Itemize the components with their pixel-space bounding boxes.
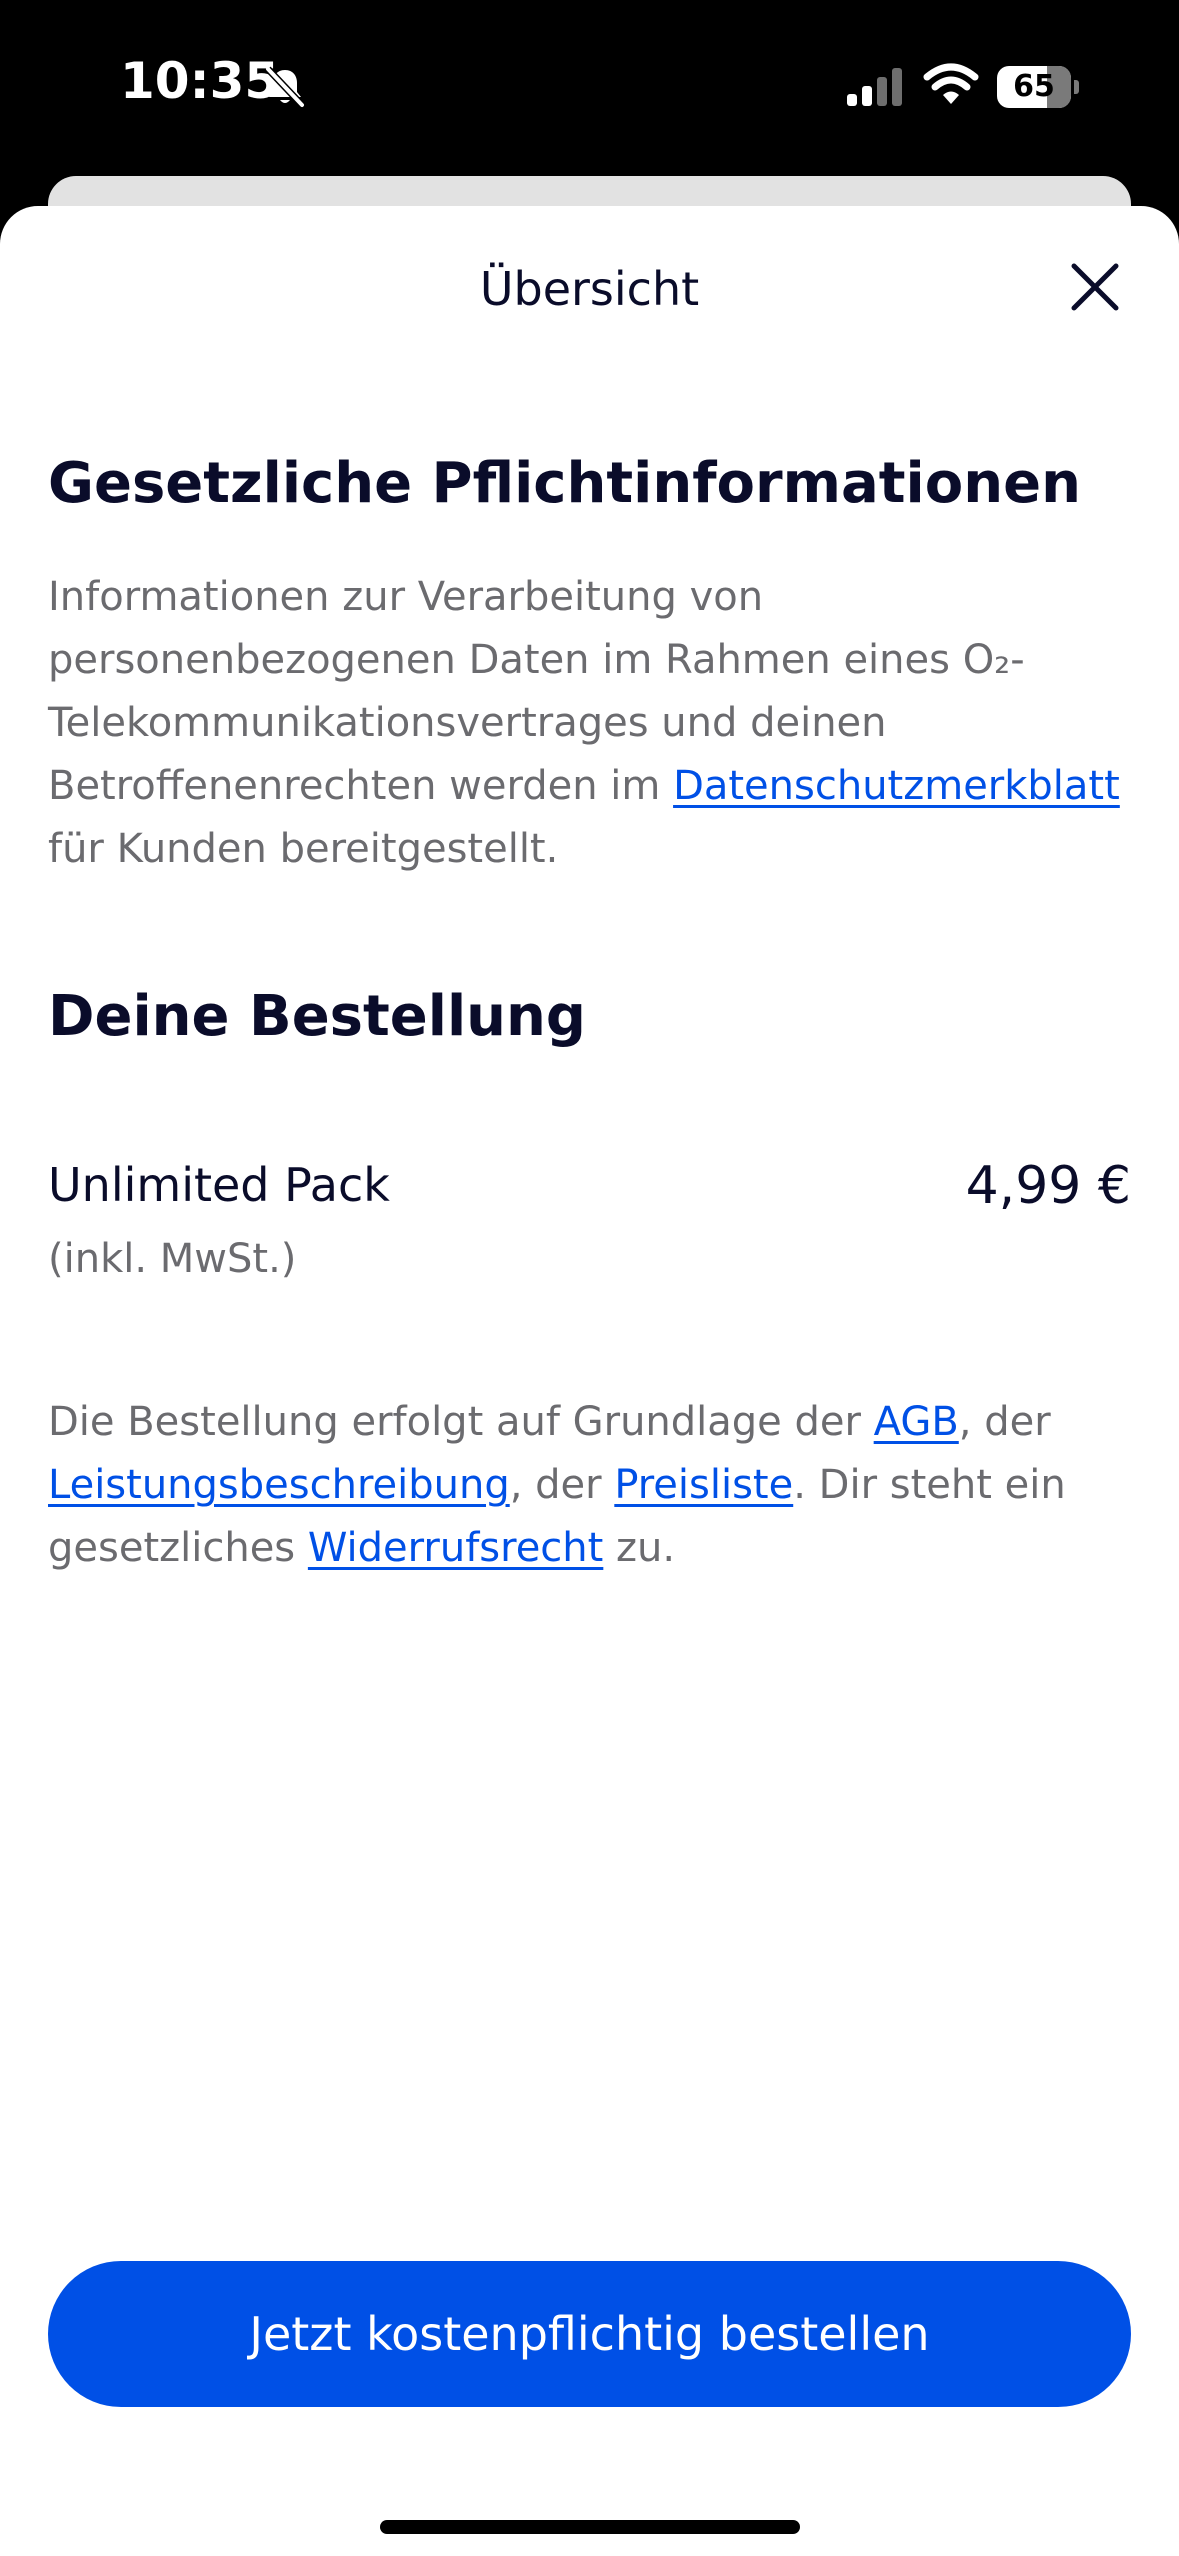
bell-slash-icon bbox=[265, 66, 305, 108]
home-indicator[interactable] bbox=[380, 2520, 800, 2534]
price-list-link[interactable]: Preisliste bbox=[614, 1462, 793, 1508]
battery-body: 65 bbox=[997, 66, 1071, 108]
service-description-link[interactable]: Leistungsbeschreibung bbox=[48, 1462, 510, 1508]
order-heading: Deine Bestellung bbox=[48, 984, 586, 1049]
terms-text-part: , der bbox=[509, 1462, 615, 1508]
order-item-tax-note: (inkl. MwSt.) bbox=[48, 1236, 297, 1282]
legal-info-heading: Gesetzliche Pflichtinformationen bbox=[48, 451, 1081, 516]
terms-text-part: Die Bestellung erfolgt auf Grundlage der bbox=[48, 1399, 874, 1445]
privacy-sheet-link[interactable]: Datenschutzmerkblatt bbox=[673, 763, 1120, 809]
overview-sheet: Übersicht Gesetzliche Pflichtinformation… bbox=[0, 206, 1179, 2556]
order-item-price: 4,99 € bbox=[965, 1156, 1131, 1216]
agb-link[interactable]: AGB bbox=[874, 1399, 959, 1445]
order-item-name: Unlimited Pack bbox=[48, 1158, 390, 1212]
status-bar: 10:35 65 bbox=[0, 0, 1179, 170]
legal-info-text: Informationen zur Verarbeitung von perso… bbox=[48, 566, 1138, 881]
battery-icon: 65 bbox=[997, 66, 1079, 108]
withdrawal-right-link[interactable]: Widerrufsrecht bbox=[308, 1525, 603, 1571]
terms-text-part: zu. bbox=[603, 1525, 676, 1571]
close-icon[interactable] bbox=[1060, 252, 1130, 322]
battery-level: 65 bbox=[1013, 69, 1055, 104]
legal-text-part: für Kunden bereitgestellt. bbox=[48, 826, 559, 872]
sheet-title: Übersicht bbox=[479, 262, 700, 316]
terms-text-part: , der bbox=[958, 1399, 1051, 1445]
sheet-header: Übersicht bbox=[0, 206, 1179, 376]
cellular-signal-icon bbox=[847, 68, 902, 106]
status-time: 10:35 bbox=[120, 52, 280, 110]
battery-cap bbox=[1074, 80, 1079, 94]
wifi-icon bbox=[923, 63, 979, 104]
order-now-button[interactable]: Jetzt kostenpflichtig bestellen bbox=[48, 2261, 1131, 2407]
terms-text: Die Bestellung erfolgt auf Grundlage der… bbox=[48, 1391, 1138, 1580]
